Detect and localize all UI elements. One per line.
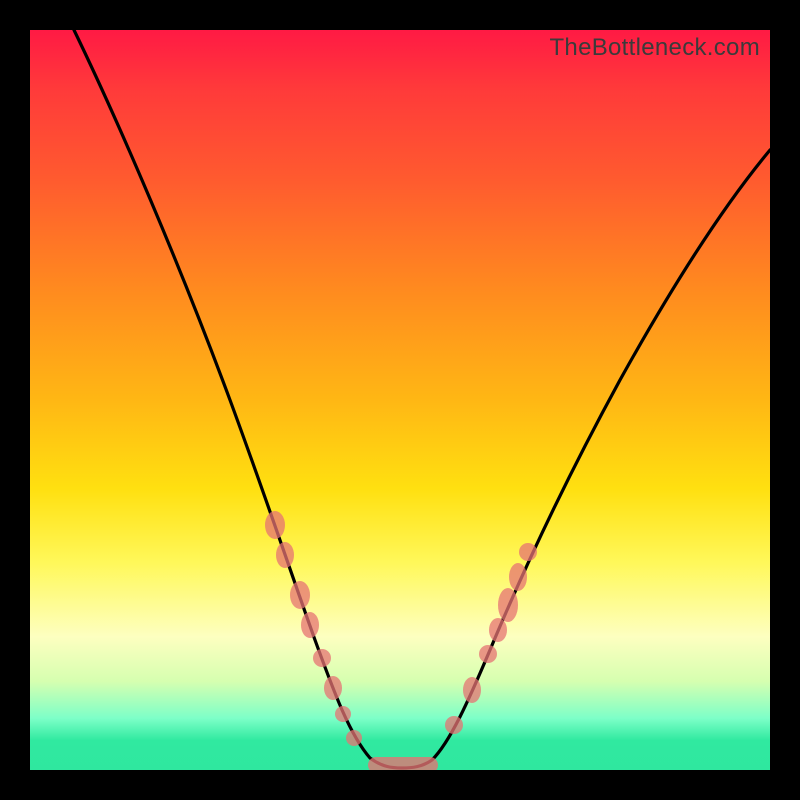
curve-marker [509, 563, 527, 591]
curve-marker [290, 581, 310, 609]
curve-marker [463, 677, 481, 703]
curve-path [74, 30, 770, 768]
curve-marker [276, 542, 294, 568]
curve-marker [313, 649, 331, 667]
curve-marker [445, 716, 463, 734]
curve-marker [479, 645, 497, 663]
chart-frame: TheBottleneck.com [0, 0, 800, 800]
curve-marker [346, 730, 362, 746]
plot-area: TheBottleneck.com [30, 30, 770, 770]
curve-marker [489, 618, 507, 642]
curve-marker [498, 588, 518, 622]
curve-marker [519, 543, 537, 561]
curve-flat-marker [368, 757, 438, 770]
curve-marker [265, 511, 285, 539]
curve-marker [301, 612, 319, 638]
curve-marker [335, 706, 351, 722]
bottleneck-curve [30, 30, 770, 770]
curve-marker [324, 676, 342, 700]
